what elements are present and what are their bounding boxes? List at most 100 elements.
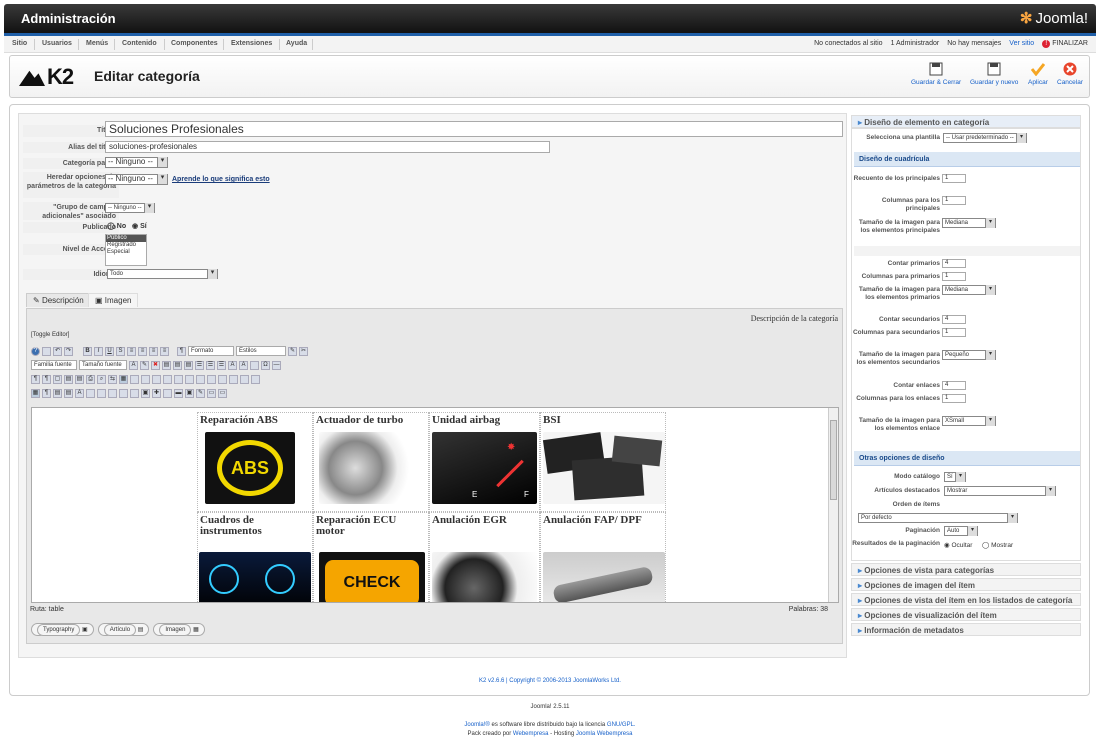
pagination-select[interactable]: Auto xyxy=(944,526,978,536)
field-label: Contar primarios xyxy=(887,260,940,267)
main-menu: Sitio Usuarios Menús Contenido Component… xyxy=(4,36,1096,53)
title-input[interactable]: Soluciones Profesionales xyxy=(105,121,843,137)
ordering-select[interactable]: Por defecto xyxy=(858,513,1018,523)
links-count-input[interactable]: 4 xyxy=(942,381,966,390)
grid-section-title: Diseño de cuadrícula xyxy=(854,152,1080,167)
links-image-select[interactable]: XSmall xyxy=(942,416,996,426)
menu-extensiones[interactable]: Extensiones xyxy=(231,40,272,47)
secondary-count-input[interactable]: 4 xyxy=(942,315,966,324)
menu-menus[interactable]: Menús xyxy=(86,40,108,47)
field-label: Recuento de los principales xyxy=(853,175,940,182)
field-label: Columnas para los principales xyxy=(881,197,940,212)
primary-image-select[interactable]: Mediana xyxy=(942,285,996,295)
accordion-metadata[interactable]: Información de metadatos xyxy=(851,623,1081,636)
accordion-design[interactable]: Diseño de elemento en categoría xyxy=(851,115,1081,128)
menu-usuarios[interactable]: Usuarios xyxy=(42,40,72,47)
styles-select[interactable]: Estilos xyxy=(236,346,286,356)
language-select[interactable]: Todo xyxy=(107,269,218,279)
status-connected: No conectados al sitio xyxy=(814,40,883,47)
k2-version-link[interactable]: K2 v2.6.6 | Copyright © 2006-2013 xyxy=(479,678,571,684)
k2-logo: K2 xyxy=(19,64,74,90)
status-admins: 1 Administrador xyxy=(890,40,940,47)
editor-header: Descripción de la categoría xyxy=(750,314,838,323)
published-yes-radio[interactable]: ◉ Sí xyxy=(132,222,147,230)
image-button[interactable]: Imagen ▦ xyxy=(153,623,205,636)
save-new-icon xyxy=(987,62,1001,76)
accordion-category-view[interactable]: Opciones de vista para categorías xyxy=(851,563,1081,576)
menu-contenido[interactable]: Contenido xyxy=(122,40,157,47)
save-icon xyxy=(929,62,943,76)
font-size-select[interactable]: Tamaño fuente xyxy=(79,360,127,370)
turbo-image xyxy=(319,432,423,504)
cancel-button[interactable]: Cancelar xyxy=(1057,62,1083,86)
toggle-editor-link[interactable]: [Toggle Editor] xyxy=(31,332,69,338)
field-label: Tamaño de la imagen para los elementos e… xyxy=(858,417,940,432)
parent-select[interactable]: -- Ninguno -- xyxy=(105,157,168,168)
pagination-results-hide-radio[interactable]: ◉ Ocultar xyxy=(944,541,972,549)
save-new-button[interactable]: Guardar y nuevo xyxy=(970,62,1018,86)
k2-mountain-icon xyxy=(19,70,45,86)
other-section-title: Otras opciones de diseño xyxy=(854,451,1080,466)
accordion-item-list-view[interactable]: Opciones de vista del ítem en los listad… xyxy=(851,593,1081,606)
secondary-image-select[interactable]: Pequeño xyxy=(942,350,996,360)
menu-ayuda[interactable]: Ayuda xyxy=(286,40,307,47)
font-family-select[interactable]: Familia fuente xyxy=(31,360,77,370)
field-label: Tamaño de la imagen para los elementos s… xyxy=(856,351,940,366)
logout-icon: ! xyxy=(1042,40,1051,48)
apply-button[interactable]: Aplicar xyxy=(1028,62,1048,86)
joomla-mark-icon: ✻ xyxy=(1019,10,1033,27)
leading-count-input[interactable]: 1 xyxy=(942,174,966,183)
k2-footer: K2 v2.6.6 | Copyright © 2006-2013 Joomla… xyxy=(0,678,1100,684)
page-title: Editar categoría xyxy=(94,68,200,84)
editor-scrollbar[interactable] xyxy=(828,408,838,602)
access-option: Especial xyxy=(107,249,130,255)
gpl-link[interactable]: GNU/GPL. xyxy=(607,722,636,728)
airbag-image: ✸ E F xyxy=(432,432,537,504)
field-label: Contar enlaces xyxy=(893,382,940,389)
typography-button[interactable]: Typography ▣ xyxy=(31,623,94,636)
inherit-select[interactable]: -- Ninguno -- xyxy=(105,174,168,185)
joomla-logo[interactable]: ✻ Joomla! xyxy=(1020,9,1088,27)
logout-link[interactable]: ! FINALIZAR xyxy=(1042,40,1088,48)
primary-columns-input[interactable]: 1 xyxy=(942,272,966,281)
catalog-mode-select[interactable]: Sí xyxy=(944,472,966,482)
joomlaworks-link[interactable]: JoomlaWorks Ltd. xyxy=(573,678,621,684)
accordion-item-image[interactable]: Opciones de imagen del ítem xyxy=(851,578,1081,591)
featured-select[interactable]: Mostrar xyxy=(944,486,1056,496)
pagination-results-show-radio[interactable]: ◯ Mostrar xyxy=(982,541,1013,549)
extra-fields-select[interactable]: -- Ninguno -- xyxy=(105,203,155,213)
editor-toolbar-row-4: ▦ ¶ ▤ ▤ A ▣ ✚ ▬ ▣ ✎ ▭ ▭ xyxy=(31,388,227,398)
save-close-button[interactable]: Guardar & Cerrar xyxy=(911,62,961,86)
editor-toolbar-row-1: ? ↶ ↷ B I U S ≡ ≡ ≡ ≡ ¶ Formato Estilos ✎ ✂ xyxy=(31,345,839,357)
field-label: Orden de ítems xyxy=(892,501,940,508)
secondary-columns-input[interactable]: 1 xyxy=(942,328,966,337)
field-label: Artículos destacados xyxy=(874,487,940,494)
toolbar: K2 Editar categoría Guardar & Cerrar Gua… xyxy=(9,55,1090,98)
menu-sitio[interactable]: Sitio xyxy=(12,40,27,47)
alias-input[interactable]: soluciones-profesionales xyxy=(105,141,550,153)
editor-buttons: Typography ▣ Artículo ▤ Imagen ▦ xyxy=(31,623,205,636)
editor-content[interactable]: Reparación ABS Actuador de turbo Unidad … xyxy=(31,407,839,603)
links-columns-input[interactable]: 1 xyxy=(942,394,966,403)
tab-image[interactable]: ▣ Imagen xyxy=(88,293,139,307)
joomla-link[interactable]: Joomla!® xyxy=(464,722,489,728)
webempresa-link[interactable]: Webempresa xyxy=(513,731,549,737)
article-button[interactable]: Artículo ▤ xyxy=(97,623,150,636)
admin-title: Administración xyxy=(21,11,116,26)
webempresa-link-2[interactable]: Webempresa xyxy=(597,731,633,737)
primary-count-input[interactable]: 4 xyxy=(942,259,966,268)
editor-toolbar-row-2: Familia fuente Tamaño fuente A ✎ ✖ ▤ ▤ ▤ ☰ ☰ ☰ A A Ω — xyxy=(31,359,839,371)
accordion-item-display[interactable]: Opciones de visualización del ítem xyxy=(851,608,1081,621)
editor-wrapper: Descripción de la categoría [Toggle Edit… xyxy=(26,308,843,644)
published-no-radio[interactable]: ◯ No xyxy=(107,222,126,230)
tab-description[interactable]: ✎ Descripción xyxy=(26,293,91,307)
leading-image-select[interactable]: Mediana xyxy=(942,218,996,228)
template-select[interactable]: -- Usar predeterminado -- xyxy=(943,133,1027,143)
view-site-link[interactable]: Ver sitio xyxy=(1009,40,1034,47)
joomla-hosting-link[interactable]: Joomla xyxy=(576,731,595,737)
access-listbox[interactable]: Público Registrado Especial xyxy=(105,234,147,266)
format-select[interactable]: Formato xyxy=(188,346,234,356)
inherit-help-link[interactable]: Aprende lo que significa esto xyxy=(172,176,270,183)
leading-columns-input[interactable]: 1 xyxy=(942,196,966,205)
menu-componentes[interactable]: Componentes xyxy=(171,40,218,47)
